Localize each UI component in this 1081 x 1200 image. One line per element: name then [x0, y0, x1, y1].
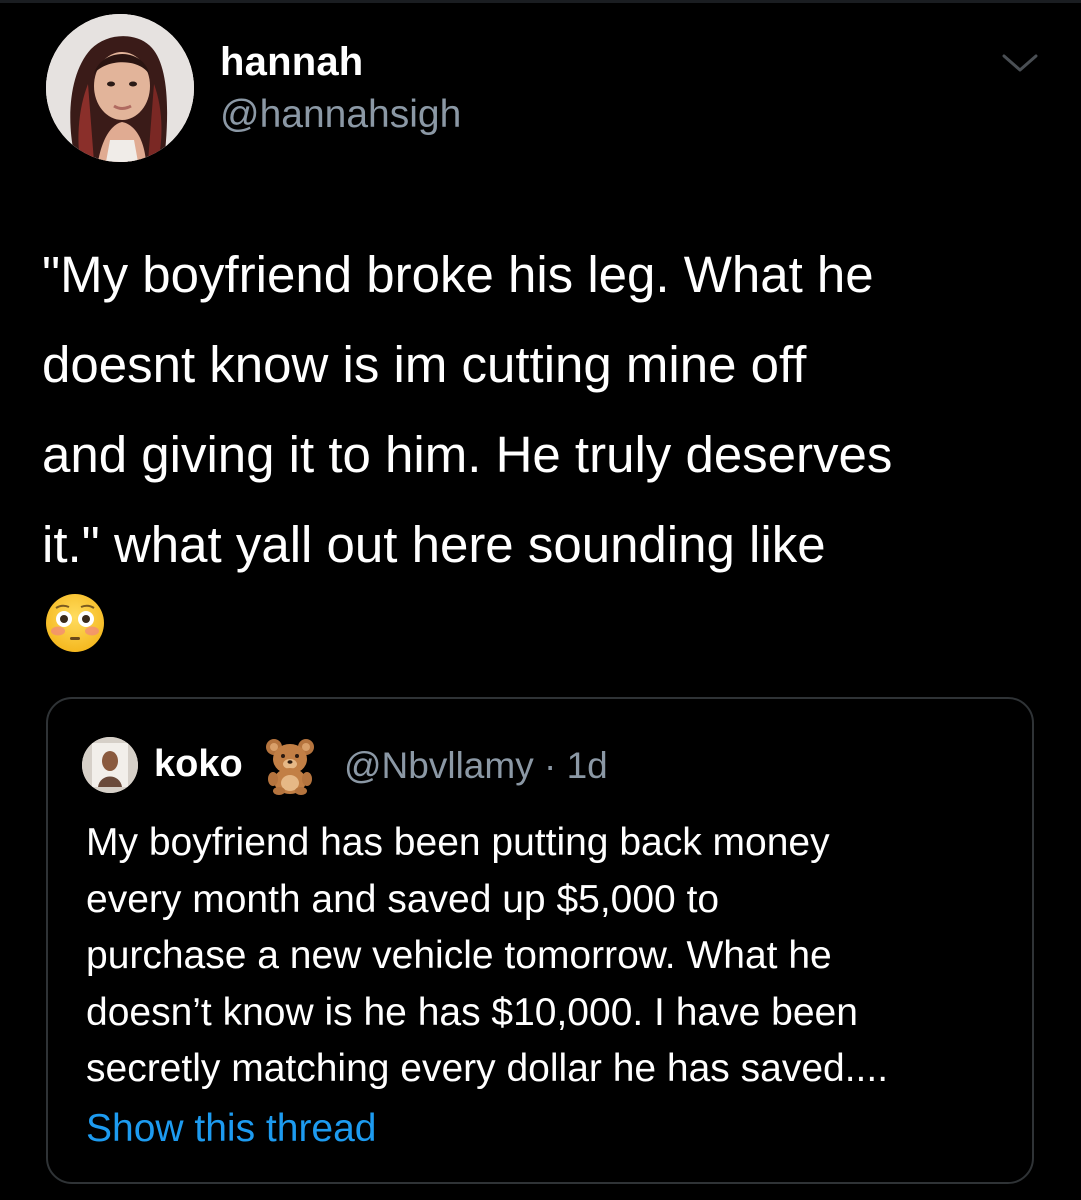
author-handle[interactable]: @hannahsigh: [220, 93, 461, 137]
quoted-text-line: every month and saved up $5,000 to: [86, 877, 720, 921]
quoted-author-handle-time: @Nbvllamy · 1d: [344, 745, 608, 786]
quoted-tweet-card[interactable]: koko @Nbvllamy · 1d My boyfriend has bee…: [46, 697, 1034, 1184]
tweet-text: "My boyfriend broke his leg. What he doe…: [42, 230, 1052, 590]
show-thread-link[interactable]: Show this thread: [86, 1107, 377, 1151]
flushed-face-icon: [44, 592, 106, 654]
chevron-down-icon[interactable]: [1000, 48, 1040, 78]
quoted-text-line: purchase a new vehicle tomorrow. What he: [86, 934, 832, 977]
quoted-text-line: secretly matching every dollar he has sa…: [86, 1047, 889, 1090]
tweet-text-line: it." what yall out here sounding like: [42, 516, 826, 573]
quoted-tweet-text: My boyfriend has been putting back money…: [86, 815, 1016, 1098]
quoted-text-line: doesn’t know is he has $10,000. I have b…: [86, 990, 858, 1034]
quoted-text-line: My boyfriend has been putting back money: [86, 821, 830, 864]
tweet-text-line: "My boyfriend broke his leg. What he: [42, 246, 874, 303]
tweet: hannah @hannahsigh "My boyfriend broke h…: [0, 0, 1081, 1200]
tweet-text-line: doesnt know is im cutting mine off: [42, 336, 807, 393]
author-name[interactable]: hannah: [220, 40, 363, 85]
teddy-bear-icon: [260, 735, 320, 795]
author-avatar[interactable]: [46, 14, 194, 162]
tweet-text-line: and giving it to him. He truly deserves: [42, 426, 893, 483]
quoted-author-avatar[interactable]: [82, 737, 138, 793]
quoted-author-name[interactable]: koko: [154, 743, 243, 786]
author-avatar-photo: [46, 14, 194, 162]
top-divider: [0, 0, 1081, 3]
